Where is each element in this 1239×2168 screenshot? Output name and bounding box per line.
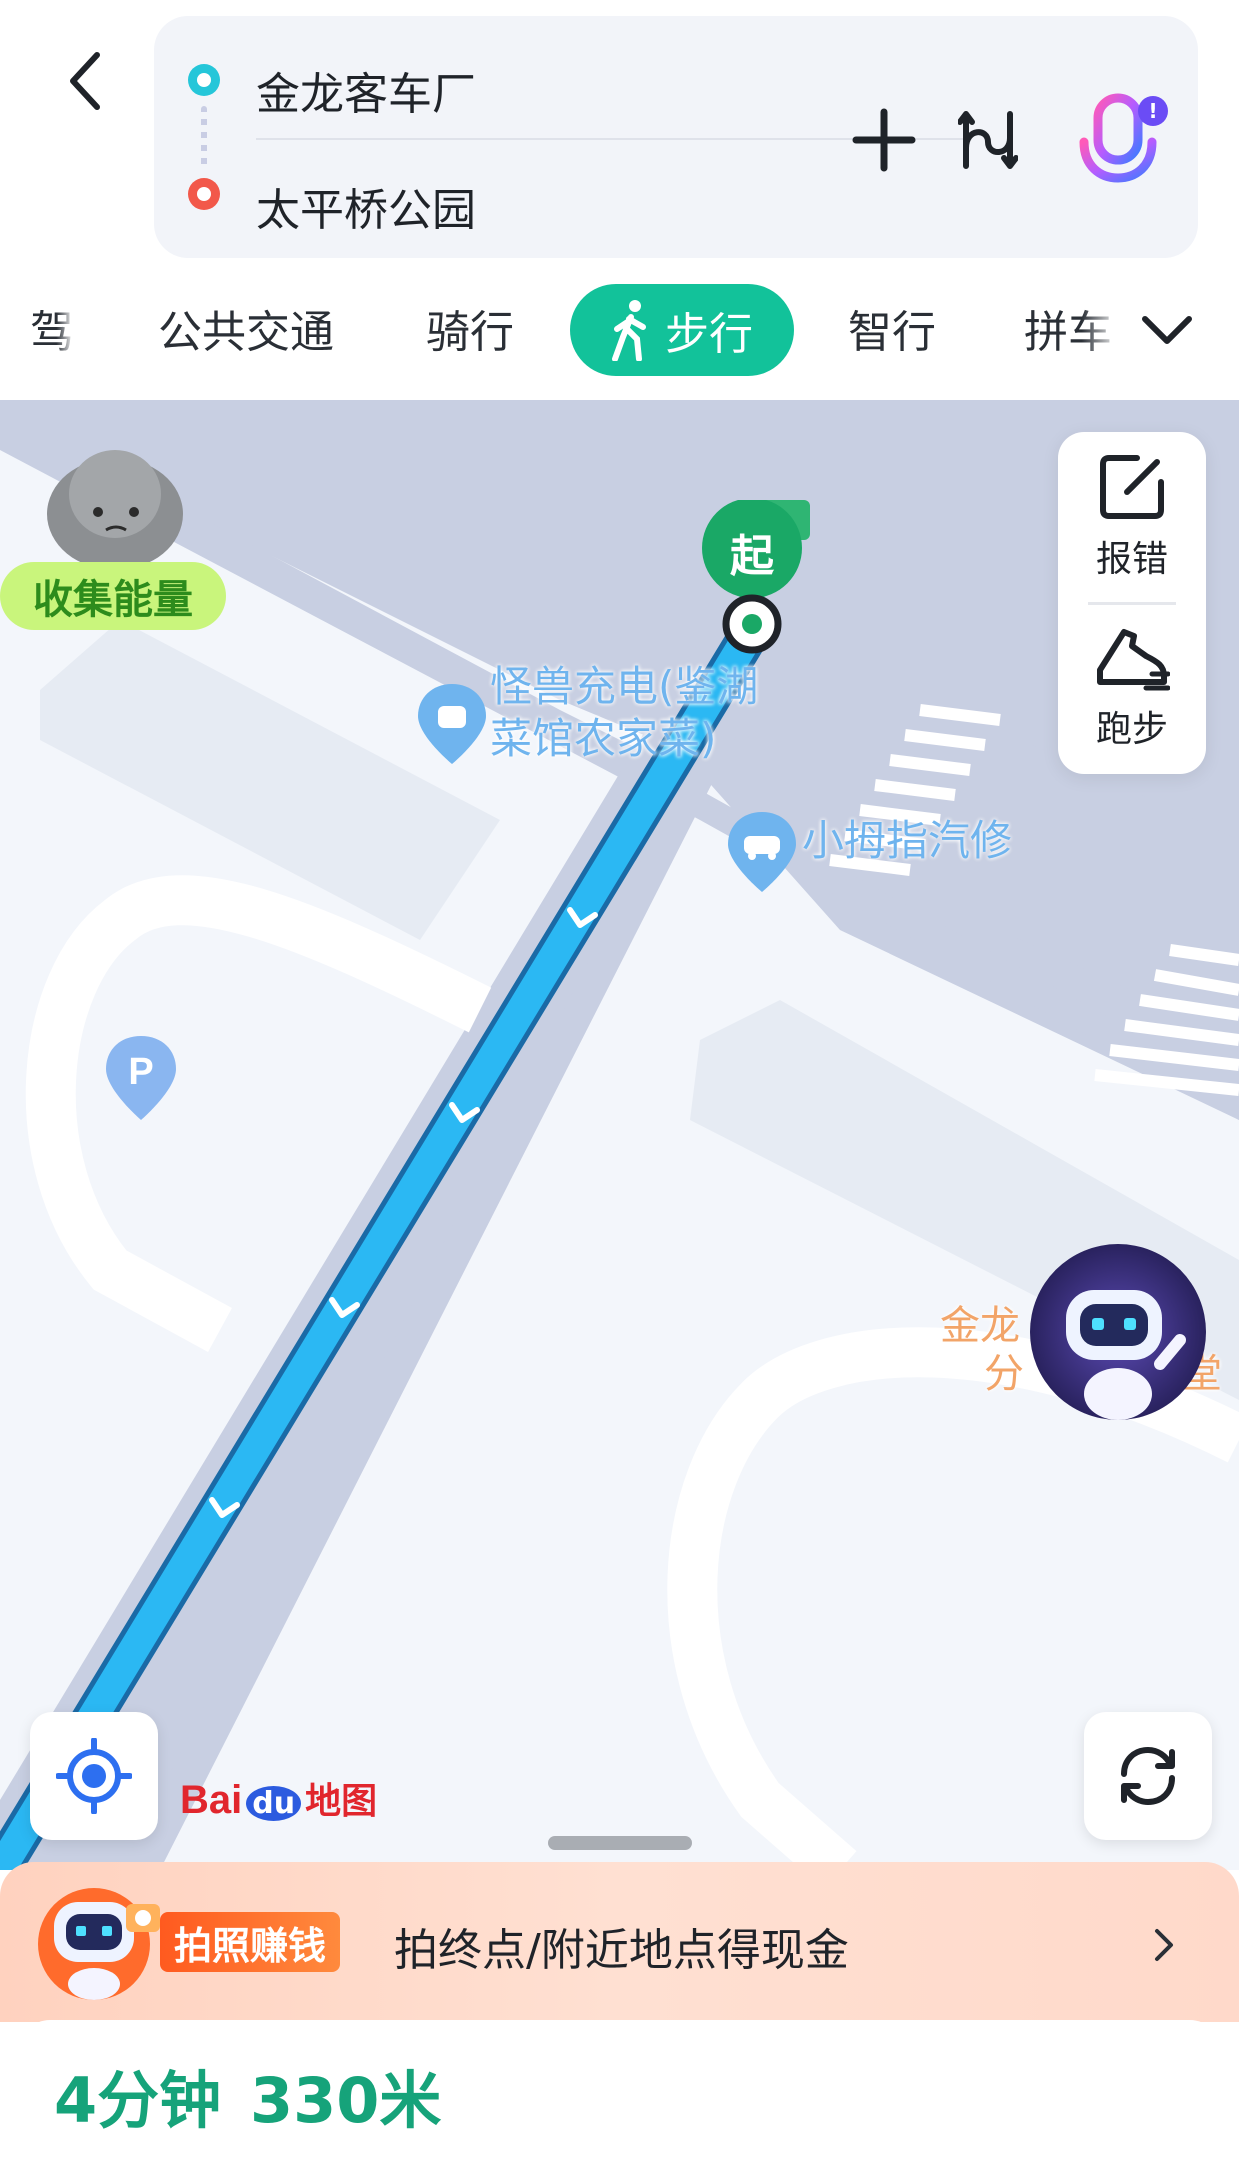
tab-walking-label: 步行 <box>665 309 753 360</box>
swap-route-icon <box>958 111 1018 169</box>
run-label: 跑步 <box>1095 709 1168 750</box>
photo-earn-tag: 拍照赚钱 <box>160 1912 341 1972</box>
energy-mascot-icon[interactable] <box>40 434 190 574</box>
charging-poi-icon[interactable] <box>418 684 486 764</box>
locate-icon <box>56 1738 132 1814</box>
report-error-button[interactable]: 报错 <box>1058 432 1206 602</box>
refresh-icon <box>1121 1746 1175 1806</box>
camera-robot-icon <box>38 1888 160 2000</box>
poi-car-repair-label[interactable]: 小拇指汽修 <box>802 816 1012 866</box>
ai-assistant-icon[interactable] <box>1030 1244 1206 1420</box>
end-dot-icon <box>188 178 220 210</box>
logo-part-map: 地图 <box>305 1781 378 1822</box>
add-waypoint-button[interactable] <box>844 100 924 180</box>
more-modes-button[interactable] <box>1136 298 1198 360</box>
voice-input-button[interactable]: ! <box>1064 90 1174 200</box>
tab-walking[interactable]: 步行 <box>570 284 794 376</box>
car-repair-poi-icon[interactable] <box>728 812 796 892</box>
route-connector <box>201 106 207 170</box>
start-marker-label: 起 <box>730 531 774 582</box>
tab-drive[interactable]: 驾 <box>30 296 74 360</box>
chevron-down-icon <box>1142 316 1192 344</box>
route-distance: 330米 <box>250 2064 442 2137</box>
running-shoe-icon <box>1097 629 1170 691</box>
swap-route-button[interactable] <box>948 100 1028 180</box>
logo-part-du: du <box>246 1786 302 1821</box>
parking-icon[interactable]: P <box>106 1036 176 1120</box>
chevron-left-icon <box>70 52 100 110</box>
poi-partial-label-1[interactable]: 金龙 <box>940 1302 1020 1350</box>
photo-earn-banner[interactable]: 拍照赚钱 拍终点/附近地点得现金 <box>0 1862 1239 2022</box>
promo-arrow[interactable] <box>1144 1920 1184 1970</box>
route-input-card: 金龙客车厂 太平桥公园 ! <box>154 16 1198 258</box>
baidu-map-logo: Bai du 地图 <box>180 1772 377 1824</box>
tab-cycling[interactable]: 骑行 <box>426 296 514 360</box>
start-dot-icon <box>188 64 220 96</box>
plus-icon <box>852 108 916 172</box>
refresh-route-button[interactable] <box>1084 1712 1212 1840</box>
locate-me-button[interactable] <box>30 1712 158 1840</box>
map-view[interactable]: 收集能量 起 怪兽充电(鉴湖 菜馆农家菜) 小拇指汽修 P 金龙 分 堂 报错 … <box>0 400 1239 1870</box>
poi-charging-label-1[interactable]: 怪兽充电(鉴湖 <box>490 662 758 712</box>
travel-mode-tabs: 驾 公共交通 骑行 步行 智行 拼车 <box>0 270 1239 390</box>
collect-energy-button[interactable]: 收集能量 <box>0 562 226 630</box>
voice-notification-badge: ! <box>1138 96 1168 126</box>
tab-public-transit[interactable]: 公共交通 <box>158 296 334 360</box>
route-summary-card[interactable]: 4分钟 330米 <box>20 2020 1220 2168</box>
tab-carpool[interactable]: 拼车 <box>1024 296 1120 360</box>
tab-smart-travel[interactable]: 智行 <box>848 296 936 360</box>
poi-charging-label-2[interactable]: 菜馆农家菜) <box>490 714 716 764</box>
end-location-field[interactable]: 太平桥公园 <box>256 174 476 238</box>
photo-earn-text: 拍终点/附近地点得现金 <box>394 1925 849 1976</box>
logo-part-bai: Bai <box>180 1778 243 1822</box>
edit-report-icon <box>1100 455 1164 519</box>
bottom-sheet-handle[interactable] <box>548 1836 692 1850</box>
back-button[interactable] <box>58 48 112 114</box>
svg-text:P: P <box>128 1051 153 1093</box>
report-error-label: 报错 <box>1095 539 1168 580</box>
walking-person-icon <box>612 300 646 361</box>
route-duration: 4分钟 <box>54 2064 222 2137</box>
start-location-field[interactable]: 金龙客车厂 <box>256 58 476 122</box>
poi-partial-label-2[interactable]: 分 <box>984 1350 1024 1398</box>
run-button[interactable]: 跑步 <box>1058 604 1206 774</box>
map-tools-panel: 报错 跑步 <box>1058 432 1206 774</box>
chevron-right-icon <box>1155 1929 1173 1961</box>
